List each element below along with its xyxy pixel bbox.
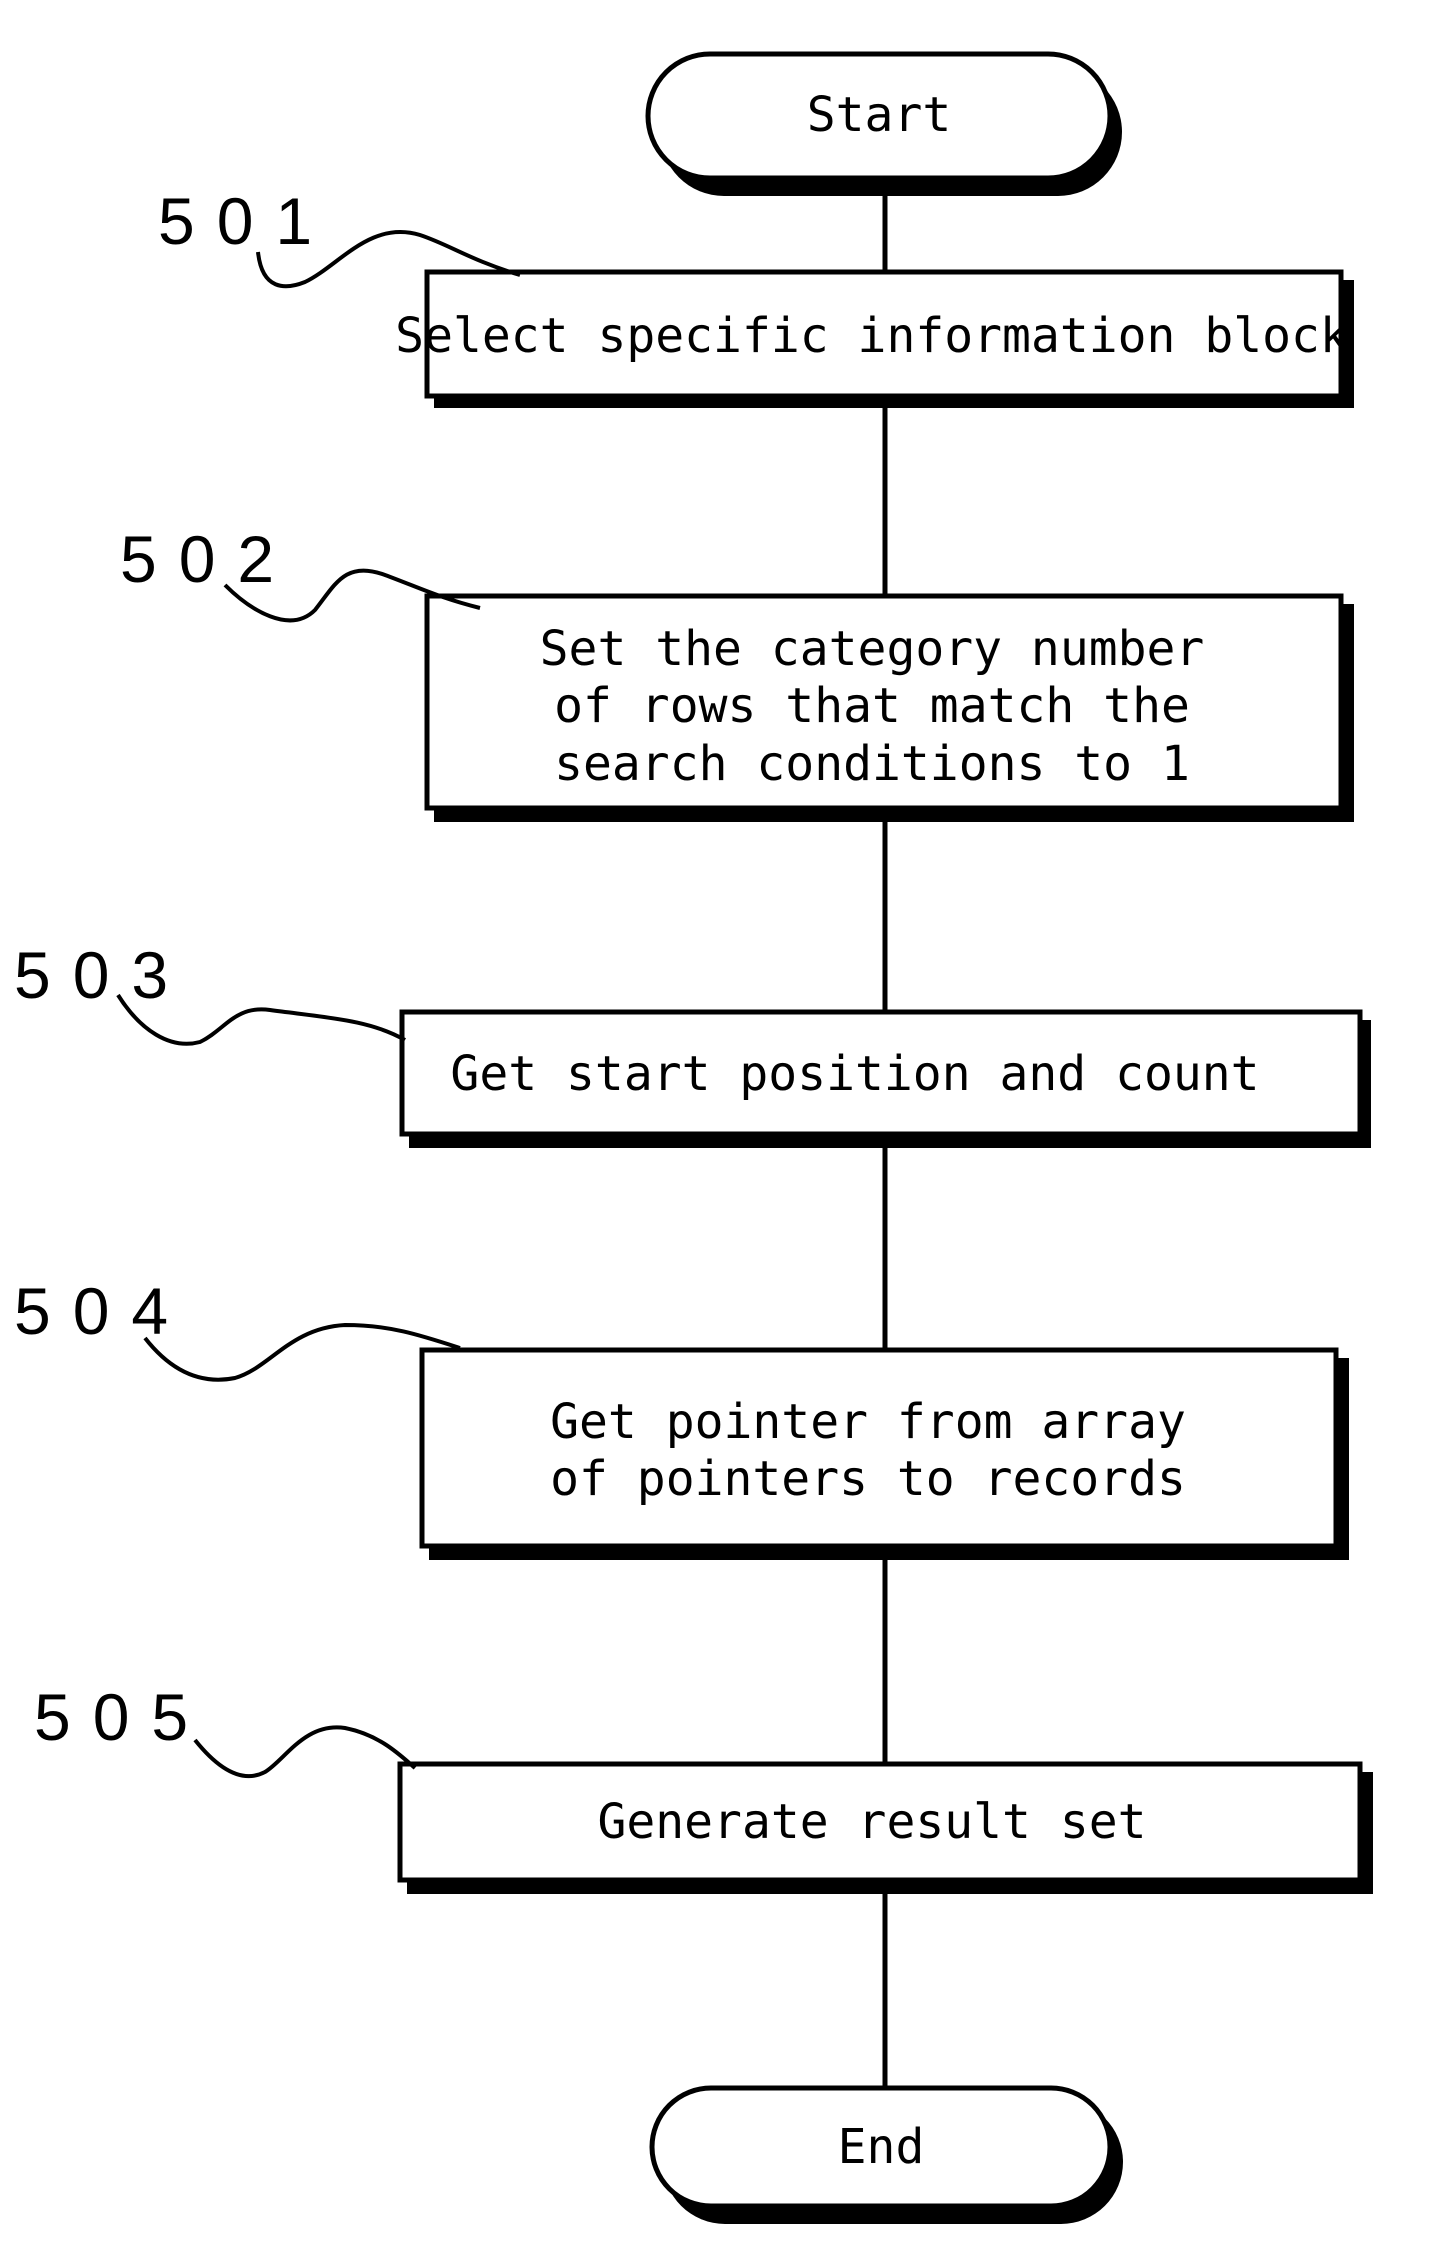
step-503-text: Get start position and count (450, 1046, 1259, 1102)
flowchart: Start Select specific information block … (14, 51, 1373, 2224)
step-504-line-2: of pointers to records (550, 1451, 1186, 1507)
step-505-leader (193, 1725, 417, 1779)
step-502-line-2: of rows that match the (554, 678, 1190, 734)
step-502: Set the category number of rows that mat… (120, 522, 1354, 822)
end-label: End (838, 2119, 925, 2175)
step-501-text: Select specific information block (395, 308, 1349, 364)
step-504-leader (143, 1322, 461, 1382)
step-502-ref: 502 (120, 522, 296, 596)
end-terminal: End (649, 2085, 1123, 2224)
step-502-line-1: Set the category number (540, 621, 1205, 677)
step-502-line-3: search conditions to 1 (554, 736, 1190, 792)
step-503: Get start position and count 503 (14, 938, 1371, 1148)
start-terminal: Start (645, 51, 1122, 196)
step-505-text: Generate result set (597, 1794, 1146, 1850)
step-501-ref: 501 (158, 184, 334, 258)
start-label: Start (807, 87, 952, 143)
step-505: Generate result set 505 (34, 1680, 1373, 1894)
step-504: Get pointer from array of pointers to re… (14, 1274, 1349, 1560)
step-501: Select specific information block 501 (158, 184, 1354, 408)
step-504-ref: 504 (14, 1274, 190, 1348)
step-505-ref: 505 (34, 1680, 210, 1754)
step-503-ref: 503 (14, 938, 190, 1012)
step-504-line-1: Get pointer from array (550, 1394, 1186, 1450)
